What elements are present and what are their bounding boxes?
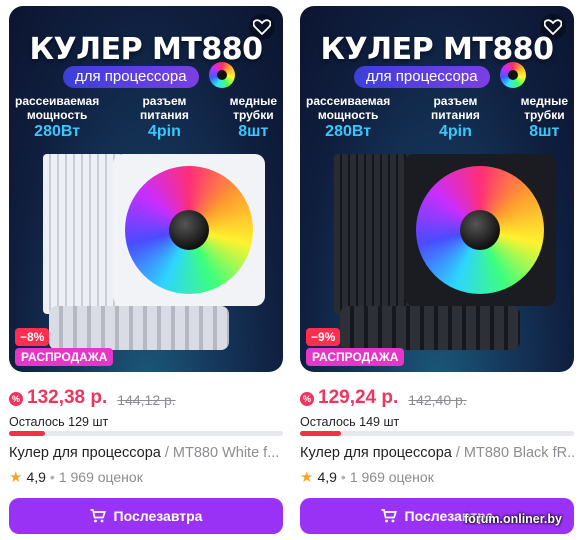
price-row: 129,24 р. 142,40 р. [300,387,467,409]
sale-badge: РАСПРОДАЖА [306,348,405,366]
promo-subheadline: для процессора [354,66,490,88]
star-icon: ★ [9,468,23,486]
current-price: 132,38 р. [9,387,107,409]
spec-power: рассеиваемая мощность 280Вт [15,94,100,140]
cart-icon [381,509,397,523]
stock-text: Осталось 129 шт [9,415,109,429]
rgb-logo-icon [209,62,235,88]
old-price: 144,12 р. [117,392,176,408]
cooler-illustration [43,154,265,314]
add-to-cart-button[interactable]: Послезавтра [9,498,283,534]
spec-power: рассеиваемая мощность 280Вт [306,94,391,140]
promo-headline: КУЛЕР МТ880 [29,32,263,67]
stock-text: Осталось 149 шт [300,415,400,429]
stock-bar [300,431,574,436]
promo-specs: рассеиваемая мощность 280Вт разъем питания… [306,94,568,142]
heatpipes-illustration [340,306,520,350]
promo-specs: рассеиваемая мощность 280Вт разъем питания… [15,94,277,142]
current-price: 129,24 р. [300,387,398,409]
promo-subheadline: для процессора [63,66,199,88]
reviews-count: 1 969 оценок [58,469,143,485]
rating-value: 4,9 [317,469,337,485]
star-icon: ★ [300,468,314,486]
promo-headline: КУЛЕР МТ880 [320,32,554,67]
discount-badge: −9% [306,328,341,346]
watermark: forum.onliner.by [464,512,562,526]
cart-icon [90,509,106,523]
product-card-white[interactable]: КУЛЕР МТ880 для процессора рассеиваемая м… [9,6,283,536]
spec-heatpipes: медные трубки 8шт [520,94,568,140]
product-card-black[interactable]: КУЛЕР МТ880 для процессора рассеиваемая м… [300,6,574,536]
spec-heatpipes: медные трубки 8шт [229,94,277,140]
rating-row: ★ 4,9 • 1 969 оценок [300,468,434,486]
rgb-fan-icon [416,166,544,294]
rating-row: ★ 4,9 • 1 969 оценок [9,468,143,486]
sale-badge: РАСПРОДАЖА [15,348,114,366]
product-title[interactable]: Кулер для процессора / МТ880 Black fR... [300,445,574,461]
stock-bar [9,431,283,436]
heatpipes-illustration [49,306,229,350]
spec-connector: разъем питания 4pin [431,94,480,140]
price-row: 132,38 р. 144,12 р. [9,387,176,409]
rgb-fan-icon [125,166,253,294]
rating-value: 4,9 [26,469,46,485]
rgb-logo-icon [500,62,526,88]
product-image[interactable]: КУЛЕР МТ880 для процессора рассеиваемая м… [300,6,574,372]
product-title[interactable]: Кулер для процессора / МТ880 White f... [9,445,283,461]
cooler-illustration [334,154,556,314]
old-price: 142,40 р. [408,392,467,408]
reviews-count: 1 969 оценок [349,469,434,485]
product-image[interactable]: КУЛЕР МТ880 для процессора рассеиваемая м… [9,6,283,372]
discount-tag-icon [300,392,314,406]
discount-badge: −8% [15,328,50,346]
spec-connector: разъем питания 4pin [140,94,189,140]
discount-tag-icon [9,392,23,406]
